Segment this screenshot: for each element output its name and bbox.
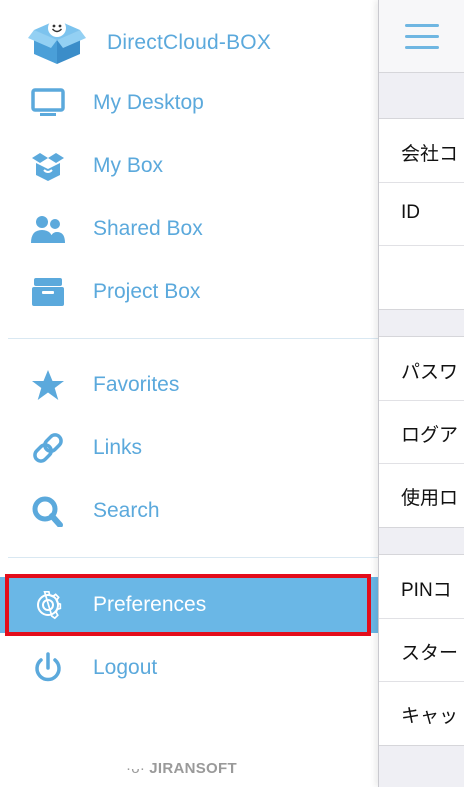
settings-row-label: ログア: [401, 425, 459, 446]
search-icon: [30, 495, 66, 528]
settings-row[interactable]: スター: [379, 618, 464, 682]
sidebar-item-preferences[interactable]: Preferences: [0, 577, 378, 633]
sidebar-item-label: Logout: [93, 656, 158, 679]
settings-row-label: スター: [401, 643, 459, 664]
sidebar-item-project-box[interactable]: Project Box: [0, 264, 378, 320]
menu-divider: [8, 557, 378, 558]
settings-row[interactable]: ID: [379, 182, 464, 246]
sidebar-item-label: Favorites: [93, 373, 180, 396]
archive-icon: [30, 276, 66, 308]
footer-brand-text: JIRANSOFT: [149, 760, 237, 777]
gear-icon: [30, 589, 66, 621]
settings-row[interactable]: PINコ: [379, 555, 464, 619]
settings-row-label: ID: [401, 202, 420, 223]
brand-header: DirectCloud-BOX: [0, 10, 378, 70]
settings-section-security: パスワ ログア 使用ロ: [379, 336, 464, 528]
hamburger-icon[interactable]: [405, 24, 439, 50]
box-icon: [30, 150, 66, 182]
sidebar-item-links[interactable]: Links: [0, 420, 378, 476]
sidebar-item-label: My Box: [93, 154, 164, 177]
settings-row[interactable]: パスワ: [379, 337, 464, 401]
settings-row[interactable]: 使用ロ: [379, 463, 464, 526]
jiransoft-logo: ·ᴗ· JIRANSOFT: [126, 760, 237, 777]
sidebar-item-label: Preferences: [93, 593, 207, 616]
directcloud-logo-icon: [28, 16, 86, 66]
sidebar-item-my-desktop[interactable]: My Desktop: [0, 75, 378, 131]
settings-row-label: PINコ: [401, 580, 452, 601]
menu-divider: [8, 338, 378, 339]
panel-toolbar: [379, 0, 464, 73]
settings-row[interactable]: 会社コ: [379, 119, 464, 183]
smile-icon: ·ᴗ·: [126, 760, 146, 777]
sidebar-item-label: Links: [93, 436, 143, 459]
settings-row-label: 会社コ: [401, 144, 459, 165]
star-icon: [30, 369, 66, 401]
sidebar-item-search[interactable]: Search: [0, 483, 378, 539]
sidebar-item-label: Project Box: [93, 280, 201, 303]
sidebar-item-label: Shared Box: [93, 217, 203, 240]
sidebar-item-logout[interactable]: Logout: [0, 640, 378, 696]
sidebar-item-shared-box[interactable]: Shared Box: [0, 201, 378, 257]
power-icon: [30, 652, 66, 684]
monitor-icon: [30, 87, 66, 119]
link-icon: [30, 432, 66, 464]
users-icon: [30, 213, 66, 245]
settings-row-label: キャッ: [401, 706, 459, 727]
sidebar-item-label: Search: [93, 499, 160, 522]
sidebar-item-my-box[interactable]: My Box: [0, 138, 378, 194]
sidebar-item-label: My Desktop: [93, 91, 204, 114]
settings-section-app: PINコ スター キャッ: [379, 554, 464, 746]
app-title: DirectCloud-BOX: [107, 31, 272, 54]
settings-row-label: パスワ: [401, 362, 459, 383]
settings-section-account: 会社コ ID: [379, 118, 464, 310]
settings-row-label: 使用ロ: [401, 488, 459, 509]
side-menu: DirectCloud-BOX My Desktop My Box Shared…: [0, 0, 378, 787]
settings-row[interactable]: キャッ: [379, 681, 464, 744]
sidebar-item-favorites[interactable]: Favorites: [0, 357, 378, 413]
settings-panel: 会社コ ID パスワ ログア 使用ロ PINコ スター キャッ: [378, 0, 464, 787]
settings-row: [379, 245, 464, 308]
settings-row[interactable]: ログア: [379, 400, 464, 464]
